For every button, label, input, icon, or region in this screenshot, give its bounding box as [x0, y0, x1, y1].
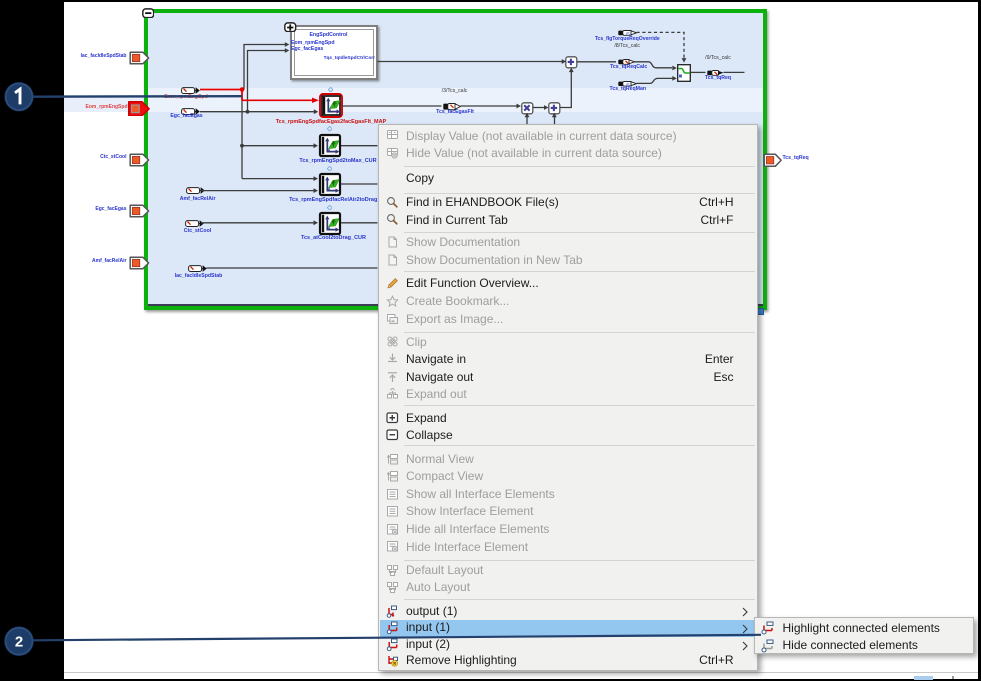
svg-text:2: 2 — [15, 634, 23, 651]
